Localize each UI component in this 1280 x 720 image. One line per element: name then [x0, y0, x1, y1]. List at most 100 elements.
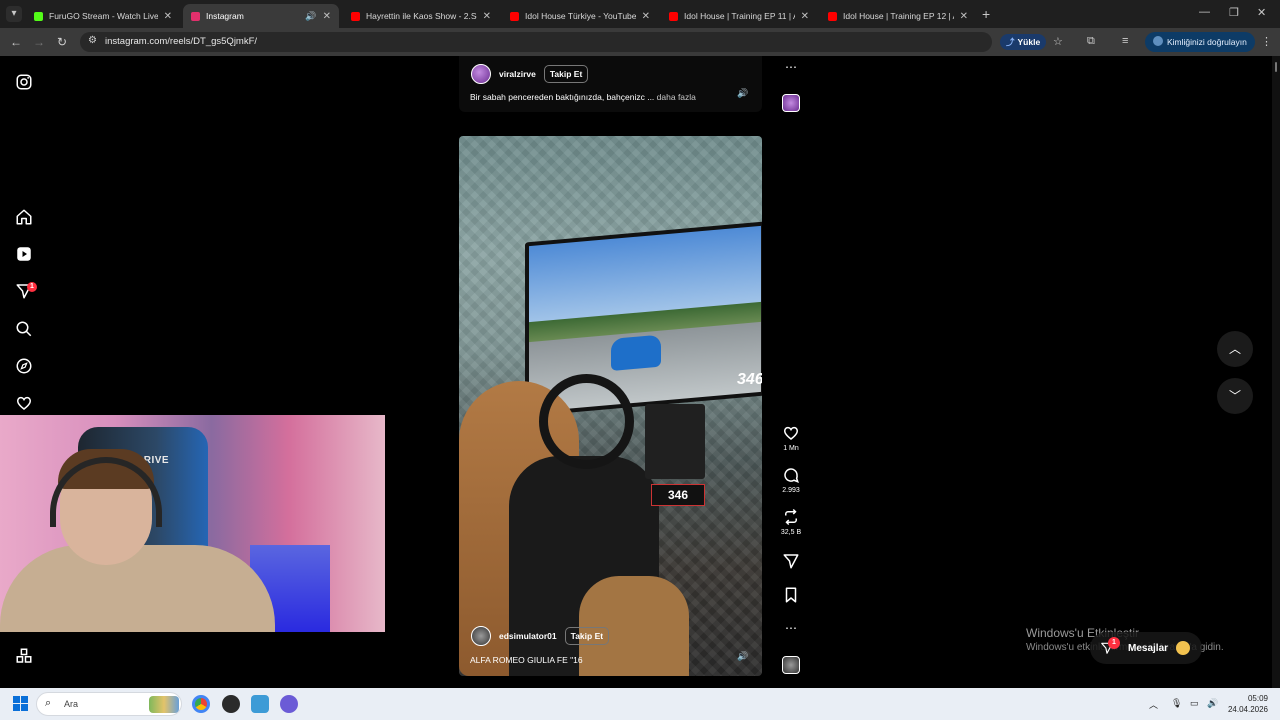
comment-icon — [784, 468, 799, 484]
app-icon[interactable] — [222, 695, 240, 713]
avatar[interactable] — [471, 64, 491, 84]
reading-list-icon[interactable]: ≡ — [1122, 35, 1128, 47]
youtube-favicon-icon — [510, 11, 519, 21]
reel-caption: ALFA ROMEO GIULIA FE "16 — [470, 655, 583, 665]
tab-title: FuruGO Stream - Watch Live on — [49, 11, 158, 21]
reel-video[interactable]: 346 346 edsimulator01 Takip Et ALFA ROME… — [459, 136, 762, 676]
notification-badge: 1 — [27, 282, 37, 292]
microphone-icon[interactable]: 🎙 — [1171, 698, 1182, 709]
more-link[interactable]: daha fazla — [657, 92, 696, 102]
username[interactable]: edsimulator01 — [499, 631, 557, 641]
kick-favicon-icon — [34, 11, 43, 21]
more-options-icon[interactable]: ⋯ — [779, 60, 803, 74]
more-options-icon[interactable]: ⋯ — [779, 621, 803, 635]
new-tab-icon[interactable]: + — [982, 6, 990, 22]
tab-title: Idol House | Training EP 11 | As — [684, 11, 795, 21]
windows-start-icon[interactable] — [13, 696, 29, 712]
avatar[interactable] — [471, 626, 491, 646]
tab-title: Instagram — [206, 11, 244, 21]
tray-overflow-icon[interactable]: ︿ — [1149, 698, 1158, 711]
chevron-up-icon: ︿ — [1228, 342, 1241, 356]
tab-strip: ▾ FuruGO Stream - Watch Live on ✕ Instag… — [0, 0, 1280, 28]
tab-furugo[interactable]: FuruGO Stream - Watch Live on ✕ — [26, 4, 180, 28]
hud-speed: 346 — [737, 371, 762, 388]
search-icon[interactable] — [15, 320, 33, 338]
tab-title: Idol House Türkiye - YouTube — [525, 11, 636, 21]
minimize-icon[interactable]: — — [1199, 6, 1210, 18]
verify-label: Kimliğinizi doğrulayın — [1167, 37, 1247, 47]
tab-close-icon[interactable]: ✕ — [164, 11, 172, 22]
mute-icon[interactable]: 🔊 — [737, 88, 748, 99]
messages-label: Mesajlar — [1128, 642, 1169, 654]
button-box — [645, 404, 705, 479]
repost-button[interactable]: 32,5 B — [779, 508, 803, 536]
tab-idol-house-youtube[interactable]: Idol House Türkiye - YouTube ✕ — [502, 4, 658, 28]
site-info-icon[interactable]: ⚙ — [88, 35, 97, 46]
like-button[interactable]: 1 Mn — [779, 424, 803, 452]
reels-icon[interactable] — [15, 245, 33, 263]
previous-reel-button[interactable]: ︿ — [1217, 331, 1253, 367]
messages-button[interactable]: 1 Mesajlar — [1090, 632, 1203, 664]
repost-count: 32,5 B — [780, 529, 802, 536]
window-close-icon[interactable]: ✕ — [1257, 6, 1266, 19]
caption-text: Bir sabah pencereden baktığınızda, bahçe… — [470, 92, 655, 102]
windows-taskbar: ⌕ Ara ︿ 🎙 ▭ 🔊 05:09 24.04.2026 — [0, 688, 1280, 720]
car — [611, 334, 661, 371]
tab-close-icon[interactable]: ✕ — [323, 11, 331, 22]
browser-menu-icon[interactable]: ⋮ — [1261, 35, 1272, 48]
upload-label: Yükle — [1017, 37, 1041, 47]
tab-close-icon[interactable]: ✕ — [960, 11, 968, 22]
save-button[interactable] — [779, 586, 803, 604]
tab-idol-house-ep12[interactable]: Idol House | Training EP 12 | As ✕ — [820, 4, 976, 28]
speaker-icon[interactable]: 🔊 — [305, 11, 316, 22]
more-apps-icon[interactable] — [15, 647, 33, 665]
tab-close-icon[interactable]: ✕ — [642, 11, 650, 22]
upload-button[interactable]: ⤴ Yükle — [1000, 34, 1047, 50]
mute-icon[interactable]: 🔊 — [737, 651, 748, 662]
reload-icon[interactable]: ↻ — [57, 35, 67, 49]
tab-close-icon[interactable]: ✕ — [801, 11, 809, 22]
heart-icon — [784, 426, 798, 440]
taskbar-search[interactable]: ⌕ Ara — [36, 692, 182, 716]
heart-icon[interactable] — [15, 394, 33, 412]
discord-app-icon[interactable] — [280, 695, 298, 713]
verify-identity-button[interactable]: Kimliğinizi doğrulayın — [1145, 32, 1255, 52]
audio-avatar[interactable] — [782, 656, 800, 674]
system-clock[interactable]: 05:09 24.04.2026 — [1226, 693, 1268, 715]
explore-icon[interactable] — [15, 357, 33, 375]
bookmark-icon — [785, 587, 797, 603]
follow-button[interactable]: Takip Et — [564, 627, 610, 645]
share-button[interactable] — [779, 552, 803, 570]
extensions-icon[interactable]: ⧉ — [1087, 35, 1095, 48]
messages-badge: 1 — [1108, 637, 1120, 649]
comment-button[interactable]: 2.993 — [779, 466, 803, 494]
tab-close-icon[interactable]: ✕ — [483, 11, 491, 22]
forward-icon[interactable]: → — [33, 35, 45, 49]
tab-hayrettin[interactable]: Hayrettin ile Kaos Show - 2.Sez ✕ — [343, 4, 499, 28]
instagram-logo-icon[interactable] — [15, 73, 33, 91]
tab-idol-house-ep11[interactable]: Idol House | Training EP 11 | As ✕ — [661, 4, 817, 28]
home-icon[interactable] — [15, 208, 33, 226]
comment-count: 2.993 — [782, 487, 800, 494]
network-icon[interactable]: ▭ — [1190, 698, 1199, 709]
instagram-page: 1 viralzirve Takip Et Bir sabah pencered… — [0, 56, 1280, 688]
previous-reel-caption: Bir sabah pencereden baktığınızda, bahçe… — [470, 92, 696, 102]
instagram-favicon-icon — [191, 11, 200, 21]
next-reel-button[interactable]: ﹀ — [1217, 378, 1253, 414]
bookmark-star-icon[interactable]: ☆ — [1053, 35, 1063, 48]
scrollbar[interactable] — [1272, 56, 1280, 688]
tab-search-icon[interactable]: ▾ — [6, 6, 22, 22]
audio-avatar[interactable] — [782, 94, 800, 112]
previous-reel-user: viralzirve Takip Et — [471, 64, 589, 84]
app-icon[interactable] — [251, 695, 269, 713]
dash-speed-display: 346 — [651, 484, 705, 506]
chrome-app-icon[interactable] — [192, 695, 210, 713]
address-bar[interactable]: ⚙ instagram.com/reels/DT_gs5QjmkF/ — [80, 32, 992, 52]
volume-icon[interactable]: 🔊 — [1207, 698, 1218, 709]
restore-icon[interactable]: ❐ — [1229, 6, 1239, 19]
back-icon[interactable]: ← — [10, 35, 22, 49]
follow-button[interactable]: Takip Et — [543, 65, 589, 83]
username[interactable]: viralzirve — [499, 69, 536, 79]
tab-instagram[interactable]: Instagram 🔊 ✕ — [183, 4, 339, 28]
youtube-favicon-icon — [669, 11, 678, 21]
